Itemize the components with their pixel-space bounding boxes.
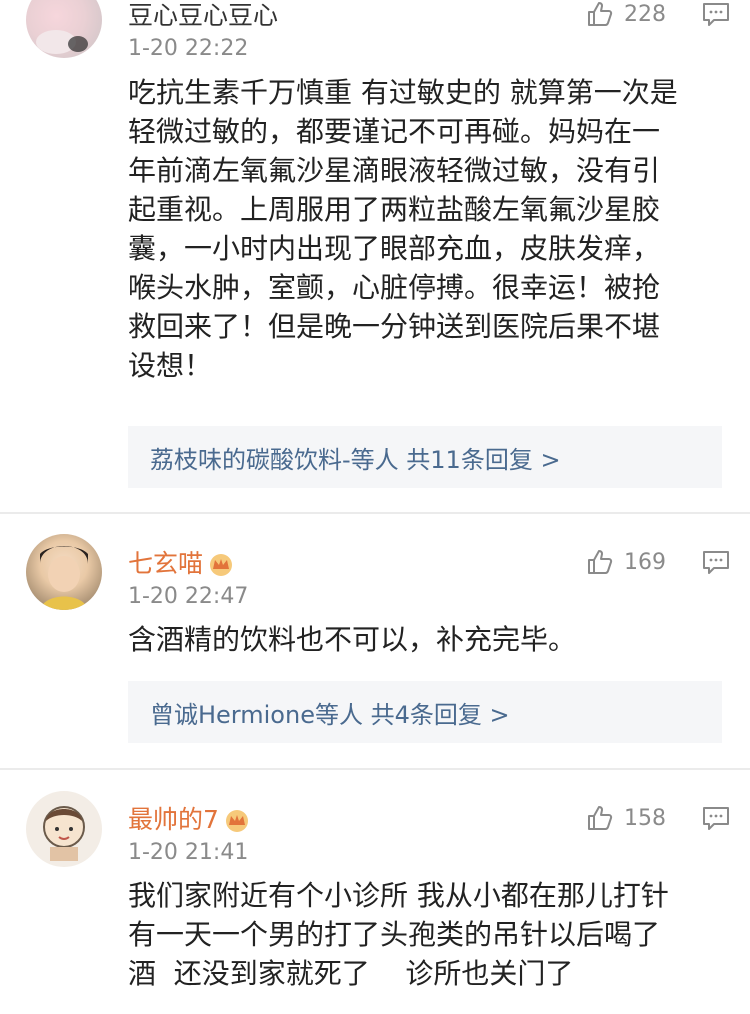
avatar[interactable] [26, 534, 102, 610]
timestamp: 1-20 22:47 [128, 584, 249, 609]
like-icon [588, 806, 613, 830]
comment-text: 含酒精的饮料也不可以，补充完毕。 [128, 623, 577, 656]
timestamp: 1-20 22:22 [128, 36, 249, 61]
avatar[interactable] [26, 791, 102, 867]
like-icon [588, 550, 613, 574]
replies-link[interactable]: 曾诚Hermione等人 共4条回复 > [128, 681, 722, 743]
comment-text: 吃抗生素千万慎重 有过敏史的 就算第一次是 轻微过敏的，都要谨记不可再碰。妈妈在… [128, 76, 678, 382]
comment-text: 我们家附近有个小诊所 我从小都在那儿打针 有一天一个男的打了头孢类的吊针以后喝了… [128, 879, 669, 990]
like-icon [588, 2, 613, 26]
like-count: 169 [624, 549, 666, 575]
username[interactable]: 最帅的7 [128, 800, 251, 836]
replies-link[interactable]: 荔枝味的碳酸饮料-等人 共11条回复 > [128, 426, 722, 488]
comment-icon[interactable] [702, 2, 730, 32]
timestamp: 1-20 21:41 [128, 840, 249, 865]
username[interactable]: 豆心豆心豆心 [128, 0, 278, 32]
crown-badge-icon [210, 554, 233, 576]
comment-icon[interactable] [702, 806, 730, 836]
avatar[interactable] [26, 0, 102, 58]
divider [0, 768, 750, 770]
like-button[interactable]: 169 [586, 548, 666, 576]
like-button[interactable]: 158 [586, 804, 666, 832]
like-count: 158 [624, 805, 666, 831]
like-button[interactable]: 228 [586, 0, 666, 28]
comment-icon[interactable] [702, 550, 730, 580]
like-count: 228 [624, 1, 666, 27]
divider [0, 512, 750, 514]
crown-badge-icon [225, 810, 248, 832]
username[interactable]: 七玄喵 [128, 544, 235, 580]
